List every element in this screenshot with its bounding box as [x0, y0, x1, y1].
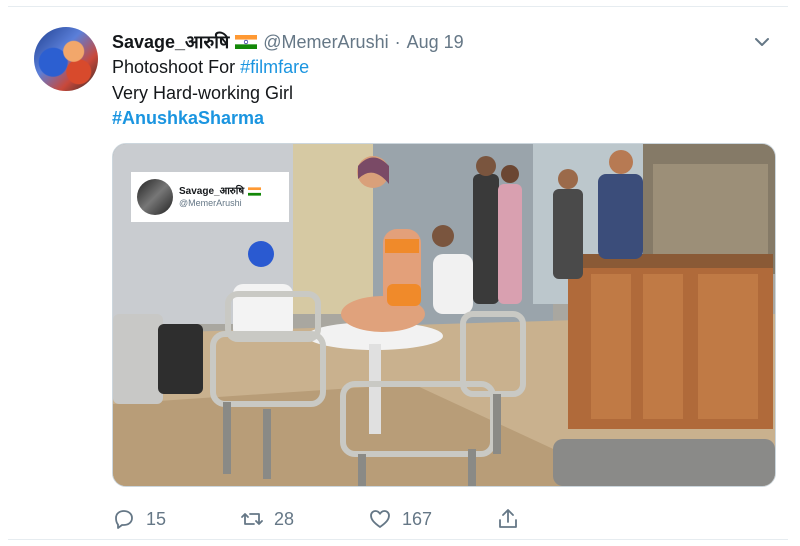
tweet-media-image[interactable]: Savage_आरुषि @MemerArushi [112, 143, 776, 487]
like-count: 167 [402, 508, 433, 529]
reply-button[interactable]: 15 [112, 507, 166, 531]
hashtag-link[interactable]: #AnushkaSharma [112, 108, 264, 129]
watermark-avatar [137, 179, 173, 215]
share-button[interactable] [496, 507, 520, 531]
watermark-name: Savage_आरुषि [179, 185, 245, 197]
watermark-handle: @MemerArushi [179, 197, 242, 208]
media-watermark: Savage_आरुषि @MemerArushi [131, 172, 289, 222]
chevron-down-icon[interactable] [752, 32, 772, 52]
tweet-text: Photoshoot For [112, 57, 241, 77]
india-flag-icon [248, 187, 262, 196]
separator-dot: · [394, 31, 401, 52]
display-name[interactable]: Savage_आरुषि [112, 30, 229, 54]
avatar[interactable] [34, 27, 98, 91]
share-icon [499, 509, 517, 528]
tweet-text-line-2: Very Hard-working Girl [112, 83, 294, 103]
tweet-text-line-1: Photoshoot For #filmfare [112, 57, 309, 78]
tweet-actions: 15 28 167 [112, 507, 532, 533]
retweet-icon [241, 513, 263, 525]
user-handle[interactable]: @MemerArushi [263, 32, 388, 53]
hashtag-link[interactable]: #filmfare [240, 57, 309, 77]
reply-icon [115, 510, 133, 529]
retweet-count: 28 [274, 508, 295, 529]
like-button[interactable]: 167 [368, 507, 432, 531]
tweet-header: Savage_आरुषि @MemerArushi · Aug 19 [112, 30, 464, 54]
tweet-date[interactable]: Aug 19 [407, 32, 464, 53]
tweet-card[interactable]: Savage_आरुषि @MemerArushi · Aug 19 Photo… [8, 6, 788, 540]
reply-count: 15 [146, 508, 167, 529]
heart-icon [370, 510, 390, 528]
india-flag-icon [235, 35, 258, 49]
retweet-button[interactable]: 28 [240, 507, 294, 531]
